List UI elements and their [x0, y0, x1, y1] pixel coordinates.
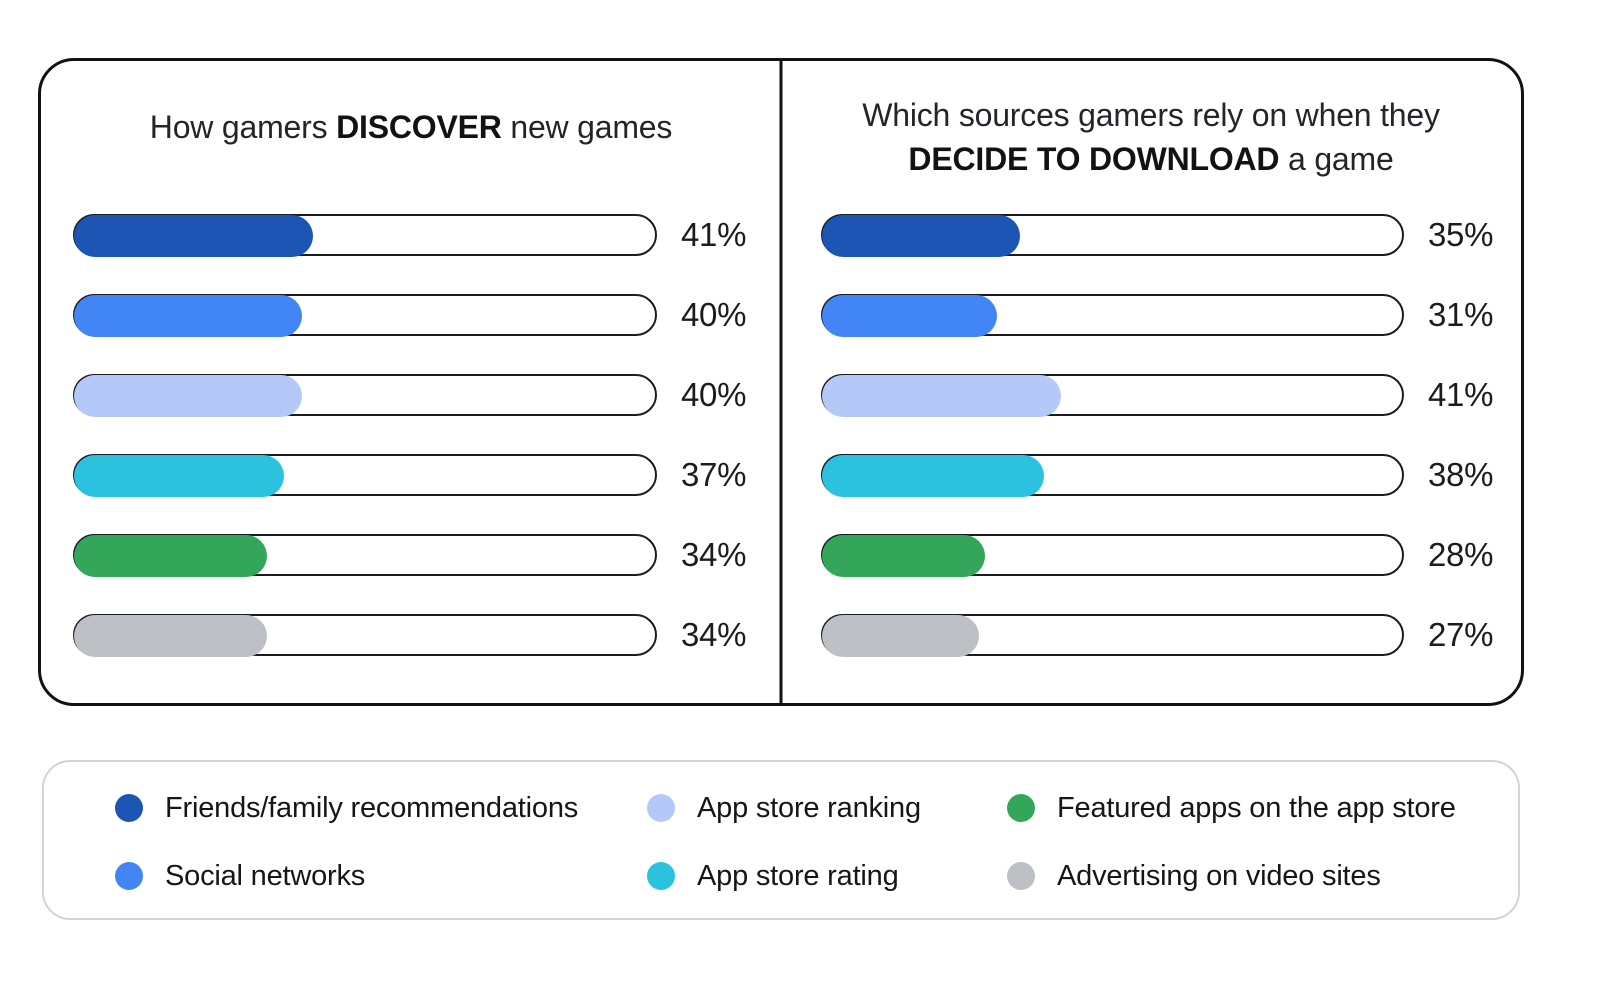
bar-value-label: 41% — [681, 216, 747, 253]
bar-track — [73, 374, 657, 417]
bar-track — [73, 614, 657, 657]
bar-value-label: 34% — [681, 616, 747, 653]
legend-item-label: App store ranking — [697, 792, 921, 824]
legend-item-label: Featured apps on the app store — [1057, 792, 1456, 824]
bar-track — [73, 294, 657, 337]
legend-color-dot-icon — [115, 794, 143, 822]
bar-track — [821, 374, 1404, 417]
bar-fill — [74, 455, 284, 497]
bar-fill — [822, 455, 1044, 497]
bar-row: 37% — [73, 454, 747, 497]
bar-fill — [822, 615, 979, 657]
bar-row: 41% — [73, 214, 747, 257]
bar-row: 27% — [821, 614, 1503, 657]
legend-item[interactable]: Advertising on video sites — [1007, 856, 1381, 896]
bar-fill — [74, 375, 302, 417]
legend-item[interactable]: App store ranking — [647, 788, 921, 828]
bar-fill — [822, 215, 1020, 257]
bar-row: 41% — [821, 374, 1503, 417]
bar-row: 31% — [821, 294, 1503, 337]
bar-fill — [822, 535, 985, 577]
bar-row: 35% — [821, 214, 1503, 257]
legend-item-label: Social networks — [165, 860, 366, 892]
panel-discover: How gamers DISCOVER new games 41% 40% 40% 3… — [41, 61, 781, 703]
bar-value-label: 37% — [681, 456, 747, 493]
bar-value-label: 35% — [1428, 216, 1494, 253]
bar-fill — [74, 615, 267, 657]
bar-track — [821, 454, 1404, 497]
legend: Friends/family recommendations Social net… — [42, 760, 1520, 920]
bar-value-label: 27% — [1428, 616, 1494, 653]
panel-download-bars: 35% 31% 41% 38% 28% 27% — [781, 61, 1521, 703]
bar-fill — [822, 375, 1061, 417]
bar-fill — [822, 295, 997, 337]
legend-item[interactable]: Featured apps on the app store — [1007, 788, 1456, 828]
bar-value-label: 38% — [1428, 456, 1494, 493]
bar-row: 38% — [821, 454, 1503, 497]
infographic-root: How gamers DISCOVER new games 41% 40% 40% 3… — [0, 0, 1600, 1003]
legend-item-label: Advertising on video sites — [1057, 860, 1381, 892]
bar-track — [73, 454, 657, 497]
legend-item[interactable]: App store rating — [647, 856, 899, 896]
legend-item-label: App store rating — [697, 860, 899, 892]
bar-value-label: 41% — [1428, 376, 1494, 413]
bar-track — [821, 214, 1404, 257]
bar-fill — [74, 535, 267, 577]
panel-discover-bars: 41% 40% 40% 37% 34% 34% — [41, 61, 781, 703]
legend-item-label: Friends/family recommendations — [165, 792, 579, 824]
chart-card: How gamers DISCOVER new games 41% 40% 40% 3… — [38, 58, 1524, 706]
bar-value-label: 28% — [1428, 536, 1494, 573]
bar-track — [821, 534, 1404, 577]
legend-color-dot-icon — [1007, 794, 1035, 822]
legend-color-dot-icon — [647, 862, 675, 890]
bar-value-label: 31% — [1428, 296, 1494, 333]
bar-track — [821, 614, 1404, 657]
bar-track — [73, 214, 657, 257]
bar-track — [73, 534, 657, 577]
bar-row: 40% — [73, 294, 747, 337]
bar-row: 40% — [73, 374, 747, 417]
bar-value-label: 40% — [681, 296, 747, 333]
legend-item[interactable]: Social networks — [115, 856, 365, 896]
legend-color-dot-icon — [647, 794, 675, 822]
panel-download: Which sources gamers rely on when they D… — [781, 61, 1521, 703]
bar-row: 28% — [821, 534, 1503, 577]
bar-value-label: 40% — [681, 376, 747, 413]
bar-value-label: 34% — [681, 536, 747, 573]
legend-item[interactable]: Friends/family recommendations — [115, 788, 578, 828]
bar-track — [821, 294, 1404, 337]
bar-fill — [74, 295, 302, 337]
bar-row: 34% — [73, 614, 747, 657]
bar-fill — [74, 215, 313, 257]
legend-color-dot-icon — [115, 862, 143, 890]
bar-row: 34% — [73, 534, 747, 577]
legend-color-dot-icon — [1007, 862, 1035, 890]
